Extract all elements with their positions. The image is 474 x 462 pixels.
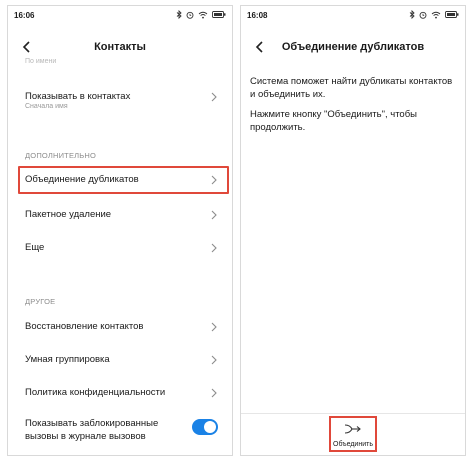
row-subtitle: Сначала имя <box>25 103 68 110</box>
chevron-right-icon <box>211 322 217 332</box>
blocked-calls-toggle[interactable] <box>192 419 218 435</box>
bluetooth-icon <box>176 10 182 19</box>
battery-icon <box>445 11 459 18</box>
alarm-icon <box>419 11 427 19</box>
wifi-icon <box>431 11 441 18</box>
battery-icon <box>212 11 226 18</box>
row-merge-duplicates[interactable]: Объединение дубликатов <box>16 165 226 195</box>
section-label-other: ДРУГОЕ <box>25 297 56 306</box>
status-time: 16:06 <box>14 11 35 20</box>
chevron-right-icon <box>211 175 217 185</box>
merge-button-label: Объединить <box>333 441 373 448</box>
description-paragraph-2: Нажмите кнопку "Объединить", чтобы продо… <box>250 109 417 133</box>
row-title: Показывать в контактах <box>25 91 131 102</box>
status-bar: 16:06 <box>8 6 232 26</box>
page-title: Контакты <box>94 41 146 53</box>
row-title: Пакетное удаление <box>25 209 112 220</box>
row-title: Восстановление контактов <box>25 321 144 332</box>
contacts-settings-screen: 16:06 Контакты По имени Показывать в кон… <box>7 5 233 456</box>
page-title: Объединение дубликатов <box>281 41 425 53</box>
status-icons <box>176 10 226 19</box>
toggle-label: Показывать заблокированные вызовы в журн… <box>25 417 175 443</box>
section-label-additional: ДОПОЛНИТЕЛЬНО <box>25 151 97 160</box>
merge-duplicates-screen: 16:08 Объединение дубликатов Система пом… <box>240 5 466 456</box>
row-title: Объединение дубликатов <box>25 174 139 185</box>
merge-button[interactable]: Объединить <box>329 416 377 452</box>
chevron-right-icon <box>211 243 217 253</box>
merge-arrows-icon <box>344 424 361 434</box>
row-restore-contacts[interactable]: Восстановление контактов <box>16 312 226 342</box>
bluetooth-icon <box>409 10 415 19</box>
row-show-blocked-calls: Показывать заблокированные вызовы в журн… <box>16 411 226 445</box>
faded-sort-text: По имени <box>25 58 57 65</box>
toggle-knob <box>204 421 216 433</box>
toggle-label-line2: вызовы в журнале вызовов <box>25 431 146 442</box>
chevron-right-icon <box>211 355 217 365</box>
toggle-label-line1: Показывать заблокированные <box>25 418 159 429</box>
status-time: 16:08 <box>247 11 268 20</box>
status-bar: 16:08 <box>241 6 465 26</box>
description-paragraph-1: Система поможет найти дубликаты контакто… <box>250 76 453 100</box>
chevron-right-icon <box>211 210 217 220</box>
status-icons <box>409 10 459 19</box>
row-more[interactable]: Еще <box>16 233 226 263</box>
bottom-divider <box>241 413 465 414</box>
row-batch-delete[interactable]: Пакетное удаление <box>16 200 226 230</box>
row-title: Политика конфиденциальности <box>25 387 166 398</box>
row-smart-grouping[interactable]: Умная группировка <box>16 345 226 375</box>
row-privacy-policy[interactable]: Политика конфиденциальности <box>16 378 226 408</box>
wifi-icon <box>198 11 208 18</box>
row-title: Умная группировка <box>25 354 110 365</box>
header: Объединение дубликатов <box>241 30 465 64</box>
row-title: Еще <box>25 242 45 253</box>
chevron-right-icon <box>211 92 217 102</box>
row-show-in-contacts[interactable]: Показывать в контактах Сначала имя <box>16 82 226 112</box>
chevron-right-icon <box>211 388 217 398</box>
alarm-icon <box>186 11 194 19</box>
